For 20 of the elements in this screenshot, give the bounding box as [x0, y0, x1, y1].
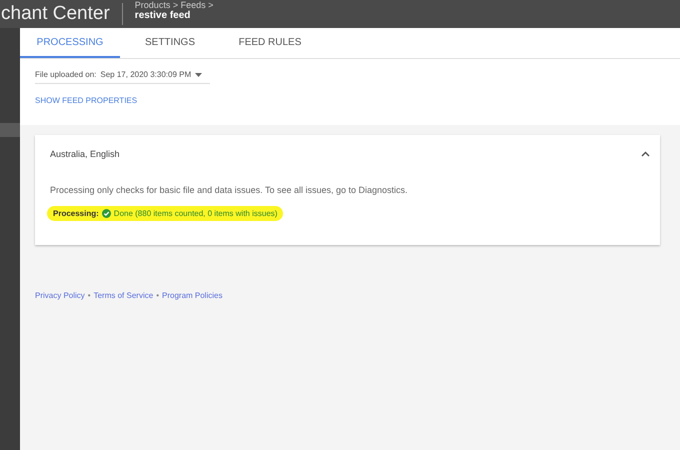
tab[interactable]: SETTINGS: [120, 28, 220, 58]
status-label: Processing:: [53, 209, 99, 218]
footer-link[interactable]: Terms of Service: [94, 291, 154, 300]
upload-dropdown[interactable]: File uploaded on: Sep 17, 2020 3:30:09 PM: [35, 70, 210, 84]
info-text: Processing only checks for basic file and data issues. To see all issues, go to Diagnostics.: [50, 185, 409, 195]
card-title: Australia, English: [50, 149, 120, 159]
tab[interactable]: PROCESSING: [20, 28, 120, 58]
footer-link[interactable]: Program Policies: [162, 291, 222, 300]
breadcrumb[interactable]: Products > Feeds >: [134, 0, 214, 10]
page-title: restive feed: [134, 10, 192, 20]
separator-dot: •: [88, 291, 91, 300]
check-icon: [102, 209, 111, 218]
app-title: chant Center: [1, 3, 123, 25]
chevron-icon[interactable]: [641, 151, 650, 157]
show-properties-link[interactable]: SHOW FEED PROPERTIES: [35, 96, 138, 105]
separator-dot: •: [156, 291, 159, 300]
caret-icon: [195, 72, 202, 76]
footer-link[interactable]: Privacy Policy: [35, 291, 85, 300]
tab[interactable]: FEED RULES: [220, 28, 320, 58]
status-text: Done (880 items counted, 0 items with issues): [114, 209, 278, 218]
